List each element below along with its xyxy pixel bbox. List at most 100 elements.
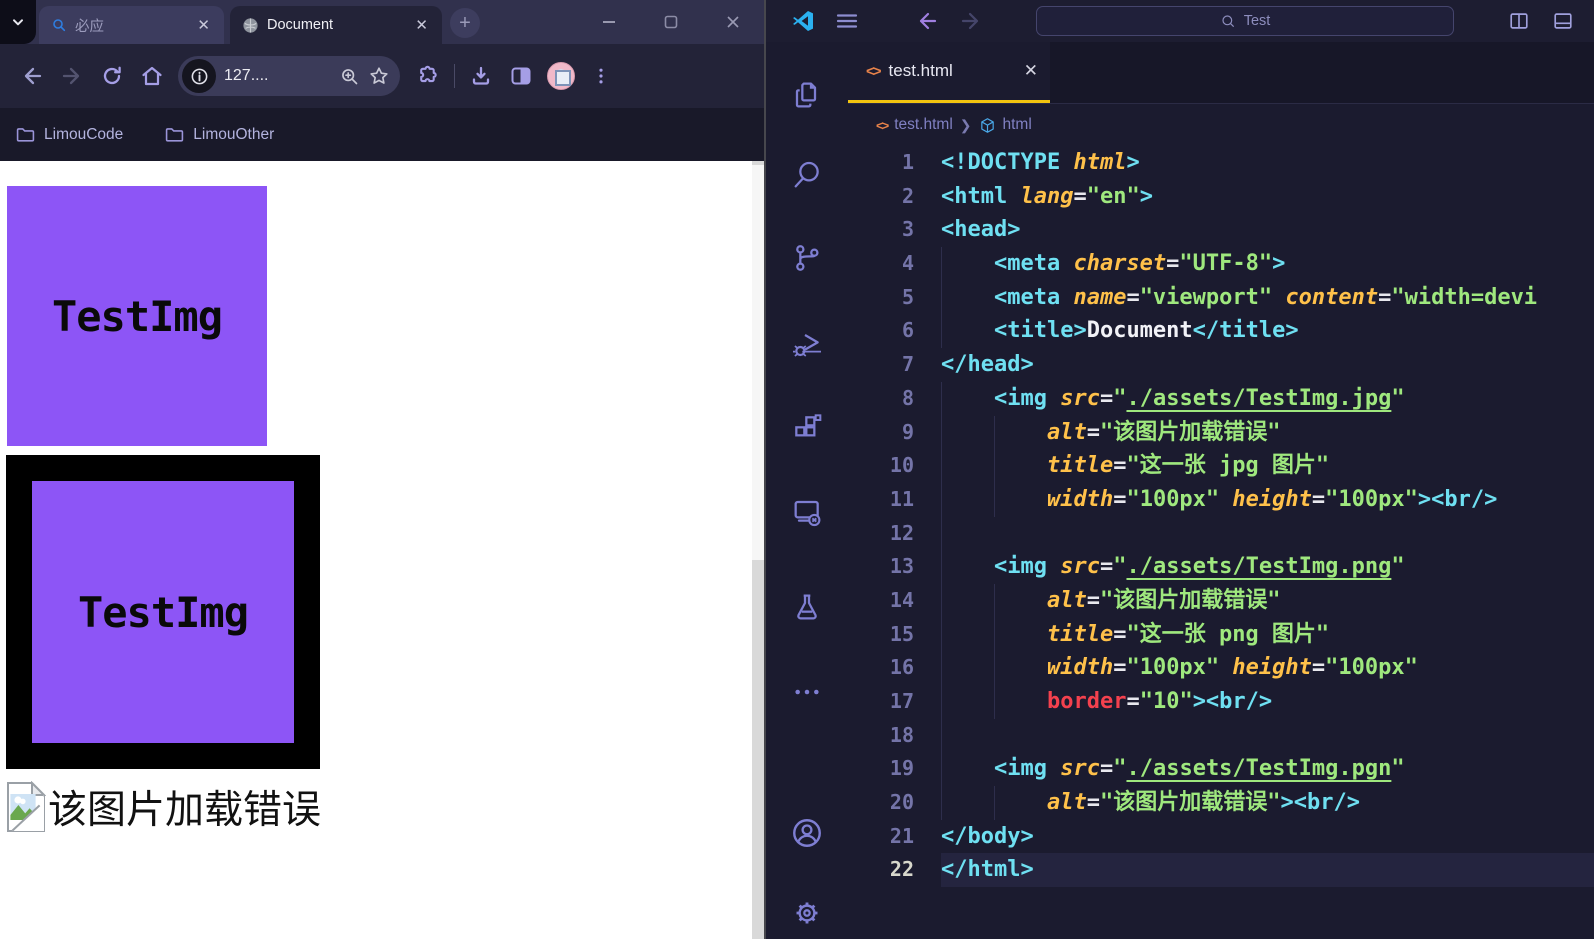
code-line-4[interactable]: 4 <meta charset="UTF-8"> [848, 247, 1594, 281]
settings-gear-icon[interactable] [790, 896, 824, 930]
html-file-icon: <> [866, 63, 880, 80]
url-bar[interactable]: 127.... [178, 56, 400, 96]
forward-button[interactable] [52, 56, 92, 96]
line-number: 5 [848, 281, 914, 315]
site-info-icon[interactable] [182, 59, 216, 93]
code-line-18[interactable]: 18 [848, 719, 1594, 753]
line-number: 4 [848, 247, 914, 281]
code-line-10[interactable]: 10 title="这一张 jpg 图片" [848, 449, 1594, 483]
line-content: <img src="./assets/TestImg.pgn" [941, 752, 1594, 786]
line-content: width="100px" height="100px" [941, 651, 1594, 685]
extensions-icon[interactable] [790, 411, 824, 445]
breadcrumb-file[interactable]: test.html [894, 116, 953, 134]
folder-icon [165, 126, 184, 143]
editor-tab-testhtml[interactable]: <> test.html ✕ [848, 42, 1050, 103]
code-line-22[interactable]: 22</html> [848, 853, 1594, 887]
menu-hamburger-icon[interactable] [830, 4, 864, 38]
maximize-button[interactable] [640, 0, 702, 44]
code-area[interactable]: 1<!DOCTYPE html>2<html lang="en">3<head>… [848, 146, 1594, 939]
indent-guide [994, 618, 995, 652]
code-line-3[interactable]: 3<head> [848, 213, 1594, 247]
nav-forward-icon[interactable] [954, 4, 988, 38]
indent-guide [994, 449, 995, 483]
browser-tab-document[interactable]: Document ✕ [230, 6, 442, 44]
browser-tab-bing[interactable]: 必应 ✕ [39, 6, 224, 44]
browser-menu-icon[interactable] [581, 56, 621, 96]
breadcrumb[interactable]: <> test.html ❯ html [848, 104, 1594, 146]
code-line-11[interactable]: 11 width="100px" height="100px"><br/> [848, 483, 1594, 517]
remote-explorer-icon[interactable] [790, 495, 824, 529]
command-search-box[interactable]: Test [1036, 6, 1454, 36]
png-test-image-border[interactable]: TestImg [6, 455, 320, 769]
avatar-image [547, 62, 575, 90]
png-test-image: TestImg [32, 481, 294, 743]
downloads-button[interactable] [461, 56, 501, 96]
run-debug-icon[interactable] [790, 328, 824, 362]
line-number: 19 [848, 752, 914, 786]
code-line-19[interactable]: 19 <img src="./assets/TestImg.pgn" [848, 752, 1594, 786]
sidebar-toggle-icon[interactable] [501, 56, 541, 96]
code-line-16[interactable]: 16 width="100px" height="100px" [848, 651, 1594, 685]
split-editor-icon[interactable] [1502, 4, 1536, 38]
account-icon[interactable] [790, 816, 824, 850]
explorer-icon[interactable] [790, 78, 824, 112]
profile-avatar[interactable] [541, 56, 581, 96]
code-line-9[interactable]: 9 alt="该图片加载错误" [848, 416, 1594, 450]
zoom-icon[interactable] [339, 66, 360, 87]
close-button[interactable] [702, 0, 764, 44]
indent-guide [941, 618, 942, 652]
code-line-12[interactable]: 12 [848, 517, 1594, 551]
code-line-5[interactable]: 5 <meta name="viewport" content="width=d… [848, 281, 1594, 315]
tab-close-icon[interactable]: ✕ [193, 16, 214, 34]
source-control-icon[interactable] [790, 241, 824, 275]
tab-close-icon[interactable]: ✕ [411, 16, 432, 34]
line-content: title="这一张 png 图片" [941, 618, 1594, 652]
search-icon [51, 17, 67, 33]
nav-back-icon[interactable] [910, 4, 944, 38]
extensions-puzzle-icon[interactable] [408, 56, 448, 96]
indent-guide [941, 416, 942, 450]
line-number: 17 [848, 685, 914, 719]
code-line-17[interactable]: 17 border="10"><br/> [848, 685, 1594, 719]
bookmark-star-icon[interactable] [368, 65, 390, 87]
indent-guide [994, 685, 995, 719]
new-tab-button[interactable]: + [450, 8, 480, 38]
search-sidebar-icon[interactable] [790, 158, 824, 192]
scrollbar-thumb[interactable] [752, 165, 764, 560]
jpg-test-image[interactable]: TestImg [7, 186, 267, 446]
code-line-21[interactable]: 21</body> [848, 820, 1594, 854]
code-line-20[interactable]: 20 alt="该图片加载错误"><br/> [848, 786, 1594, 820]
tab-close-icon[interactable]: ✕ [1024, 61, 1038, 81]
tab-search-button[interactable] [0, 0, 36, 44]
toggle-panel-icon[interactable] [1546, 4, 1580, 38]
vscode-logo-icon [786, 4, 820, 38]
broken-image-icon [6, 781, 46, 833]
back-button[interactable] [12, 56, 52, 96]
page-scrollbar[interactable] [752, 161, 764, 939]
home-button[interactable] [132, 56, 172, 96]
editor-group: <> test.html ✕ <> test.html ❯ html 1<!DO… [848, 42, 1594, 939]
code-line-8[interactable]: 8 <img src="./assets/TestImg.jpg" [848, 382, 1594, 416]
code-line-2[interactable]: 2<html lang="en"> [848, 180, 1594, 214]
line-number: 9 [848, 416, 914, 450]
line-content: <html lang="en"> [941, 180, 1594, 214]
code-line-13[interactable]: 13 <img src="./assets/TestImg.png" [848, 550, 1594, 584]
code-line-6[interactable]: 6 <title>Document</title> [848, 314, 1594, 348]
breadcrumb-node[interactable]: html [1003, 116, 1032, 134]
bookmark-folder-limouother[interactable]: LimouOther [165, 126, 274, 144]
line-content: alt="该图片加载错误"><br/> [941, 786, 1594, 820]
testing-flask-icon[interactable] [790, 590, 824, 624]
indent-guide [994, 786, 995, 820]
code-line-7[interactable]: 7</head> [848, 348, 1594, 382]
code-line-15[interactable]: 15 title="这一张 png 图片" [848, 618, 1594, 652]
toolbar-divider [454, 64, 455, 88]
line-number: 18 [848, 719, 914, 753]
more-views-icon[interactable] [790, 675, 824, 709]
code-line-1[interactable]: 1<!DOCTYPE html> [848, 146, 1594, 180]
vscode-window: Test [764, 0, 1594, 939]
line-number: 6 [848, 314, 914, 348]
minimize-button[interactable] [578, 0, 640, 44]
code-line-14[interactable]: 14 alt="该图片加载错误" [848, 584, 1594, 618]
refresh-button[interactable] [92, 56, 132, 96]
bookmark-folder-limoucode[interactable]: LimouCode [16, 126, 123, 144]
